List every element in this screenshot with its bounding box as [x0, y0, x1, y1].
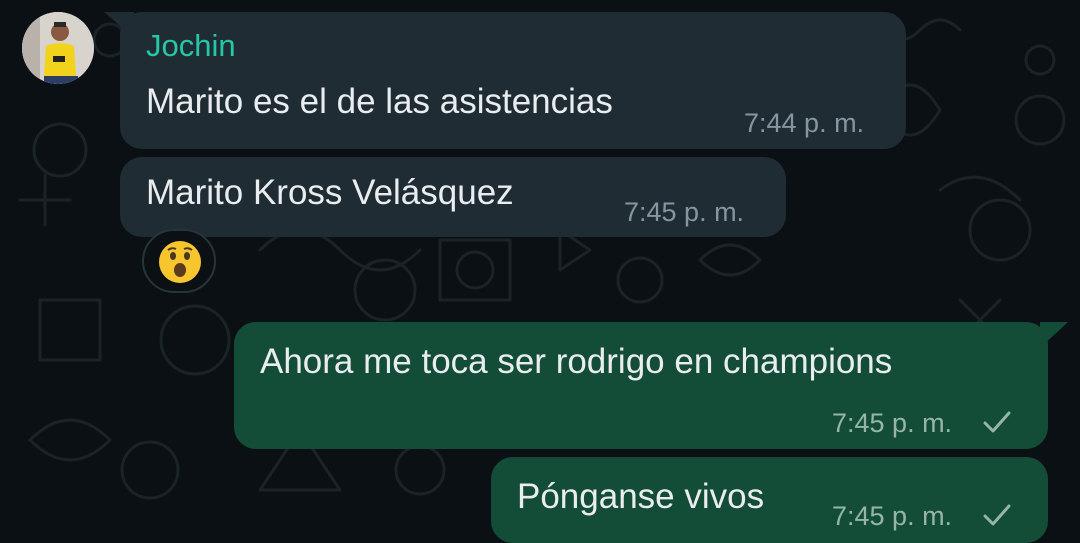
- outgoing-message-2[interactable]: Pónganse vivos 7:45 p. m.: [491, 457, 1048, 543]
- astonished-face-emoji-icon: [159, 241, 201, 283]
- sent-check-icon: [983, 411, 1011, 433]
- message-text: Marito es el de las asistencias: [146, 82, 613, 121]
- message-time: 7:45 p. m.: [624, 197, 745, 227]
- sent-check-icon: [983, 504, 1011, 526]
- message-text: Ahora me toca ser rodrigo en champions: [260, 342, 893, 381]
- message-text: Marito Kross Velásquez: [146, 173, 514, 212]
- incoming-message-2[interactable]: Marito Kross Velásquez 7:45 p. m.: [120, 157, 786, 237]
- sender-name[interactable]: Jochin: [146, 28, 236, 64]
- sender-avatar[interactable]: [22, 12, 94, 84]
- avatar-image: [22, 12, 94, 84]
- message-time: 7:45 p. m.: [832, 501, 953, 531]
- message-text: Pónganse vivos: [517, 477, 765, 516]
- outgoing-message-1[interactable]: Ahora me toca ser rodrigo en champions 7…: [234, 322, 1048, 449]
- message-time: 7:44 p. m.: [744, 108, 865, 138]
- message-time: 7:45 p. m.: [832, 408, 953, 438]
- message-reaction[interactable]: [142, 229, 216, 293]
- incoming-message-1[interactable]: Jochin Marito es el de las asistencias 7…: [120, 12, 906, 149]
